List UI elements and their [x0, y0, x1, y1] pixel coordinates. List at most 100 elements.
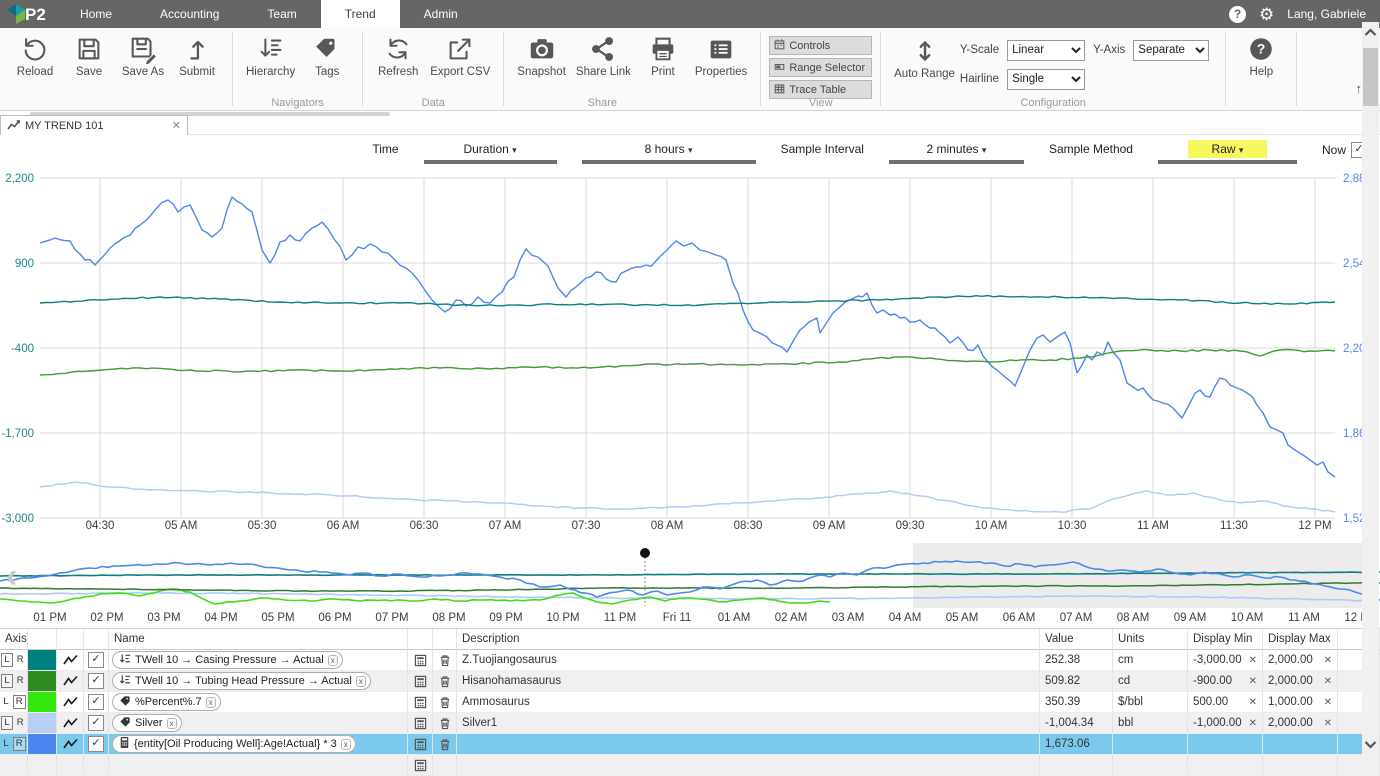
table-header-value[interactable]: Value [1040, 629, 1113, 650]
sample-method-dropdown[interactable]: Raw ▾ [1157, 140, 1297, 164]
visibility-checkbox[interactable]: ✓ [84, 671, 109, 692]
save-button[interactable]: Save [62, 32, 116, 80]
remove-trace-icon[interactable]: x [205, 696, 216, 708]
trace-color-swatch[interactable] [28, 671, 57, 692]
display-min-cell[interactable]: -1,000.00 ✕ [1188, 713, 1263, 734]
visibility-checkbox[interactable]: ✓ [84, 650, 109, 671]
share-link-button[interactable]: Share Link [571, 32, 636, 80]
trace-color-swatch[interactable] [28, 755, 57, 776]
hairline-select[interactable]: Single [1007, 68, 1086, 90]
delete-trace-button[interactable] [433, 713, 457, 734]
scroll-down-icon[interactable] [1364, 740, 1377, 749]
line-style-icon[interactable] [57, 650, 84, 671]
clear-max-icon[interactable]: ✕ [1324, 718, 1332, 729]
y-axis-select[interactable]: Separate [1133, 39, 1210, 61]
remove-trace-icon[interactable]: x [355, 675, 366, 687]
axis-r-toggle[interactable]: R [12, 737, 26, 751]
scrollbar-thumb[interactable] [1363, 48, 1378, 106]
remove-trace-icon[interactable]: x [340, 738, 351, 750]
auto-range-button[interactable]: Auto Range [889, 34, 960, 82]
table-header-description[interactable]: Description [457, 629, 1040, 650]
expression-button[interactable] [408, 755, 433, 776]
delete-trace-button[interactable] [433, 755, 457, 776]
expression-button[interactable] [408, 692, 433, 713]
table-header-axis[interactable]: Axis [0, 629, 28, 650]
save-as-button[interactable]: Save As [116, 32, 170, 80]
display-max-cell[interactable]: 2,000.00 ✕ [1263, 650, 1338, 671]
trace-name-pill[interactable]: TWell 10 → Tubing Head Pressure → Actual… [112, 672, 371, 690]
line-style-icon[interactable] [57, 734, 84, 755]
delete-trace-button[interactable] [433, 692, 457, 713]
display-max-cell[interactable]: 2,000.00 ✕ [1263, 713, 1338, 734]
visibility-checkbox[interactable]: ✓ [84, 734, 109, 755]
axis-r-toggle[interactable]: R [12, 695, 26, 709]
trace-name-cell[interactable]: {entity[Oil Producing Well]:Age!Actual} … [109, 734, 408, 755]
clear-max-icon[interactable]: ✕ [1324, 697, 1332, 708]
display-min-cell[interactable] [1188, 755, 1263, 776]
axis-toggle[interactable]: LR [0, 692, 28, 713]
expression-button[interactable] [408, 734, 433, 755]
trace-color-swatch[interactable] [28, 692, 57, 713]
display-max-cell[interactable] [1263, 734, 1338, 755]
nav-tab-team[interactable]: Team [243, 0, 320, 28]
user-name[interactable]: Lang, Gabriele [1287, 7, 1366, 21]
display-min-cell[interactable] [1188, 734, 1263, 755]
help-button[interactable]: ? Help [1234, 32, 1288, 80]
trace-name-pill[interactable]: Silver x [112, 714, 182, 732]
scroll-up-icon[interactable] [1364, 28, 1377, 37]
expression-button[interactable] [408, 671, 433, 692]
document-tab[interactable]: MY TREND 101 ✕ [0, 115, 188, 135]
hairline-handle[interactable] [640, 548, 650, 558]
line-style-icon[interactable] [57, 671, 84, 692]
sample-interval-dropdown[interactable]: 2 minutes ▾ [888, 140, 1024, 164]
axis-l-toggle[interactable]: L [1, 696, 10, 708]
submit-button[interactable]: Submit [170, 32, 224, 80]
axis-l-toggle[interactable]: L [1, 653, 13, 667]
axis-r-toggle[interactable]: R [15, 717, 26, 729]
axis-toggle[interactable]: LR [0, 671, 28, 692]
chevron-left-icon[interactable]: ‹ [6, 557, 17, 595]
visibility-checkbox[interactable]: ✓ [84, 692, 109, 713]
line-style-icon[interactable] [57, 713, 84, 734]
axis-l-toggle[interactable]: L [1, 674, 13, 688]
nav-tab-trend[interactable]: Trend [320, 0, 400, 28]
clear-min-icon[interactable]: ✕ [1249, 655, 1257, 666]
clear-min-icon[interactable]: ✕ [1249, 697, 1257, 708]
trace-name-cell[interactable] [109, 755, 408, 776]
clear-max-icon[interactable]: ✕ [1324, 655, 1332, 666]
tags-button[interactable]: Tags [300, 32, 354, 80]
axis-toggle[interactable]: LR [0, 650, 28, 671]
clear-min-icon[interactable]: ✕ [1249, 676, 1257, 687]
table-header-display-max[interactable]: Display Max [1263, 629, 1338, 650]
trace-name-pill[interactable]: %Percent%.7 x [112, 693, 221, 711]
display-min-cell[interactable]: -3,000.00 ✕ [1188, 650, 1263, 671]
trace-color-swatch[interactable] [28, 713, 57, 734]
expression-button[interactable] [408, 650, 433, 671]
nav-tab-home[interactable]: Home [56, 0, 136, 28]
properties-button[interactable]: Properties [690, 32, 752, 80]
print-button[interactable]: Print [636, 32, 690, 80]
display-min-cell[interactable]: -900.00 ✕ [1188, 671, 1263, 692]
y-scale-select[interactable]: Linear [1007, 39, 1086, 61]
clear-min-icon[interactable]: ✕ [1249, 718, 1257, 729]
display-max-cell[interactable]: 2,000.00 ✕ [1263, 671, 1338, 692]
duration-dropdown[interactable]: 8 hours ▾ [581, 140, 756, 164]
nav-tab-accounting[interactable]: Accounting [136, 0, 243, 28]
table-header-display-min[interactable]: Display Min [1188, 629, 1263, 650]
trace-name-pill[interactable]: TWell 10 → Casing Pressure → Actual x [112, 651, 343, 669]
remove-trace-icon[interactable]: x [327, 654, 338, 666]
expression-button[interactable] [408, 713, 433, 734]
table-scrollbar[interactable] [1362, 22, 1379, 773]
table-header-units[interactable]: Units [1113, 629, 1188, 650]
axis-l-toggle[interactable]: L [1, 738, 10, 750]
trace-name-cell[interactable]: TWell 10 → Tubing Head Pressure → Actual… [109, 671, 408, 692]
line-style-icon[interactable] [57, 692, 84, 713]
axis-toggle[interactable] [0, 755, 28, 776]
axis-r-toggle[interactable]: R [15, 675, 26, 687]
axis-r-toggle[interactable]: R [15, 654, 26, 666]
nav-tab-admin[interactable]: Admin [400, 0, 482, 28]
line-style-icon[interactable] [57, 755, 84, 776]
delete-trace-button[interactable] [433, 650, 457, 671]
refresh-button[interactable]: Refresh [371, 32, 425, 80]
table-header-name[interactable]: Name [109, 629, 408, 650]
